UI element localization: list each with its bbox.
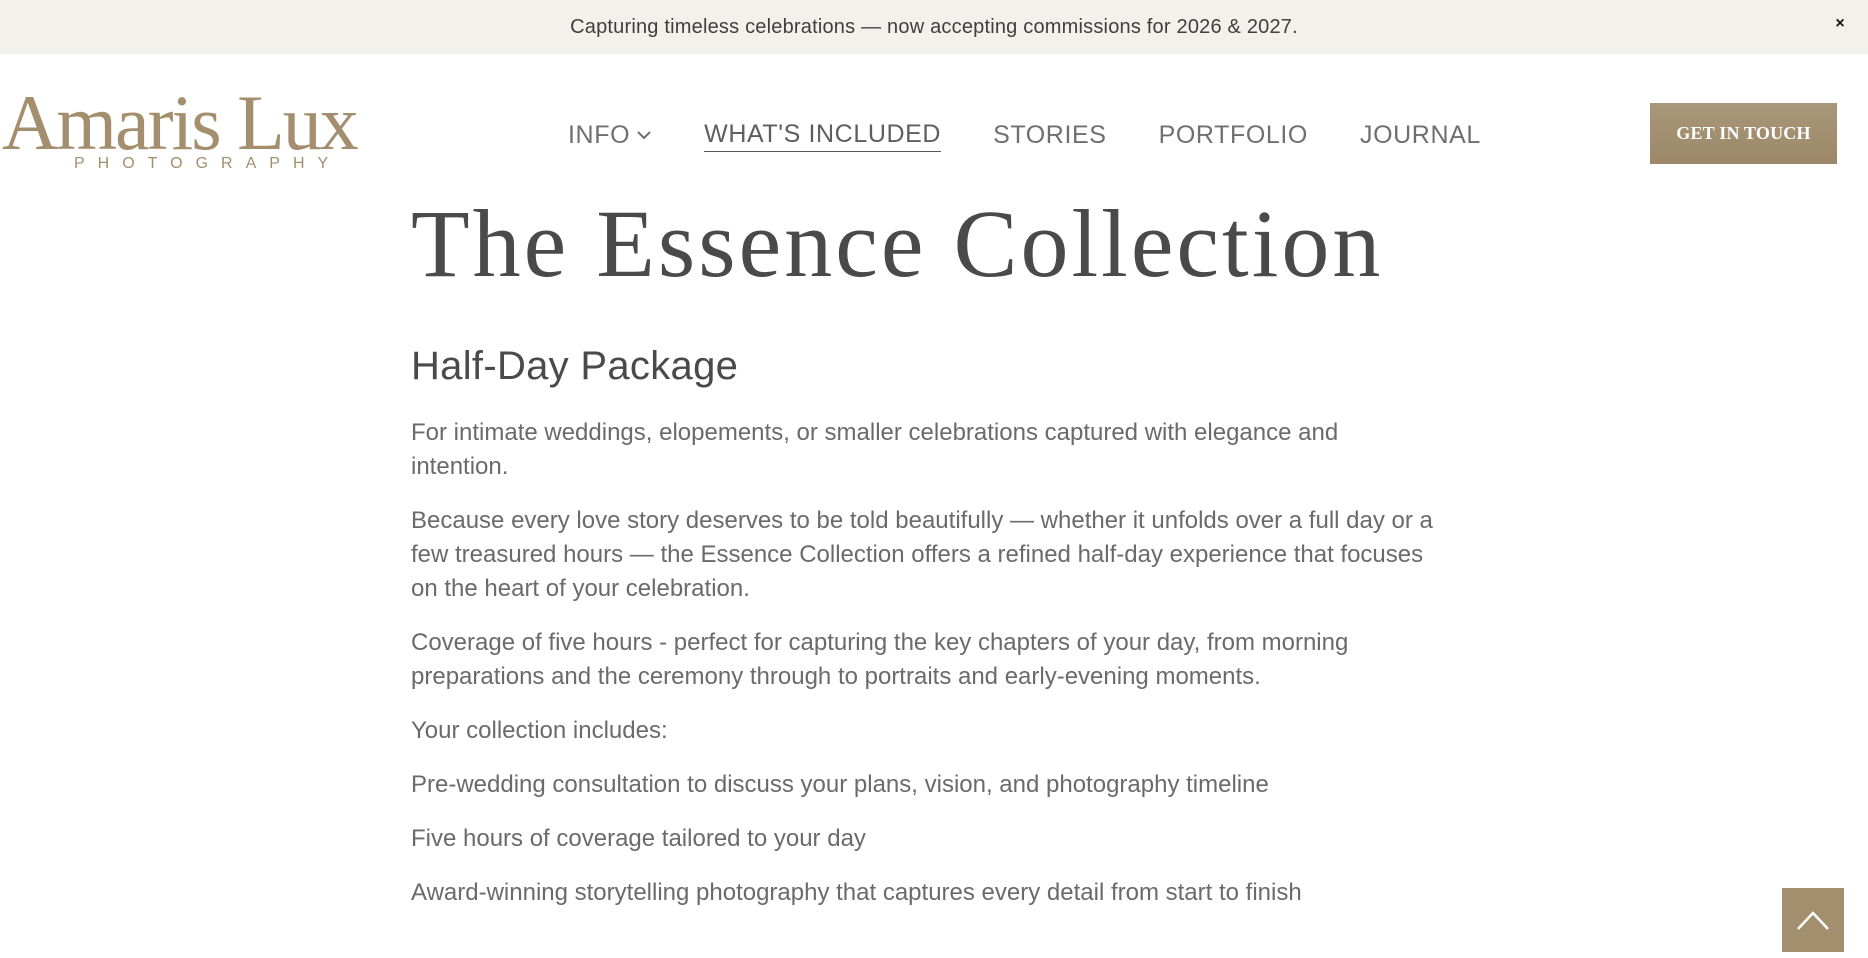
close-icon: × [1835, 15, 1845, 32]
close-announcement-button[interactable]: × [1826, 10, 1854, 38]
logo-wordmark: Amaris Lux [2, 79, 359, 166]
description-paragraph: Because every love story deserves to be … [411, 507, 1433, 602]
list-item: Pre-wedding consultation to discuss your… [411, 771, 1269, 798]
section-title: Half-Day Package [411, 344, 739, 388]
chevron-down-icon [637, 131, 651, 140]
nav-item-label: WHAT'S INCLUDED [704, 120, 942, 148]
logo[interactable]: Amaris Lux PHOTOGRAPHY [2, 84, 382, 179]
announcement-bar: Capturing timeless celebrations — now ac… [0, 0, 1868, 54]
main-content: The Essence Collection Half-Day Package … [411, 190, 1441, 910]
get-in-touch-button[interactable]: GET IN TOUCH [1650, 103, 1837, 164]
nav-item-info[interactable]: INFO [568, 121, 652, 152]
nav-item-label: INFO [568, 120, 631, 149]
nav-item-label: PORTFOLIO [1158, 120, 1308, 149]
nav-item-stories[interactable]: STORIES [993, 121, 1107, 152]
logo-tagline: PHOTOGRAPHY [74, 155, 342, 172]
announcement-text: Capturing timeless celebrations — now ac… [570, 15, 1298, 38]
nav-item-portfolio[interactable]: PORTFOLIO [1159, 121, 1308, 152]
includes-heading: Your collection includes: [411, 717, 668, 744]
main-nav: INFO WHAT'S INCLUDED STORIES PORTFOLIO J… [568, 118, 1533, 154]
nav-item-whats-included[interactable]: WHAT'S INCLUDED [704, 120, 942, 152]
nav-item-label: JOURNAL [1359, 120, 1481, 149]
back-to-top-button[interactable] [1782, 888, 1844, 952]
list-item: Award-winning storytelling photography t… [411, 879, 1302, 906]
list-item: Five hours of coverage tailored to your … [411, 825, 866, 852]
chevron-up-icon [1797, 911, 1829, 930]
nav-item-journal[interactable]: JOURNAL [1360, 121, 1481, 152]
coverage-paragraph: Coverage of five hours - perfect for cap… [411, 629, 1349, 690]
nav-item-label: STORIES [993, 120, 1107, 149]
intro-paragraph: For intimate weddings, elopements, or sm… [411, 419, 1339, 480]
page-title: The Essence Collection [411, 190, 1384, 297]
